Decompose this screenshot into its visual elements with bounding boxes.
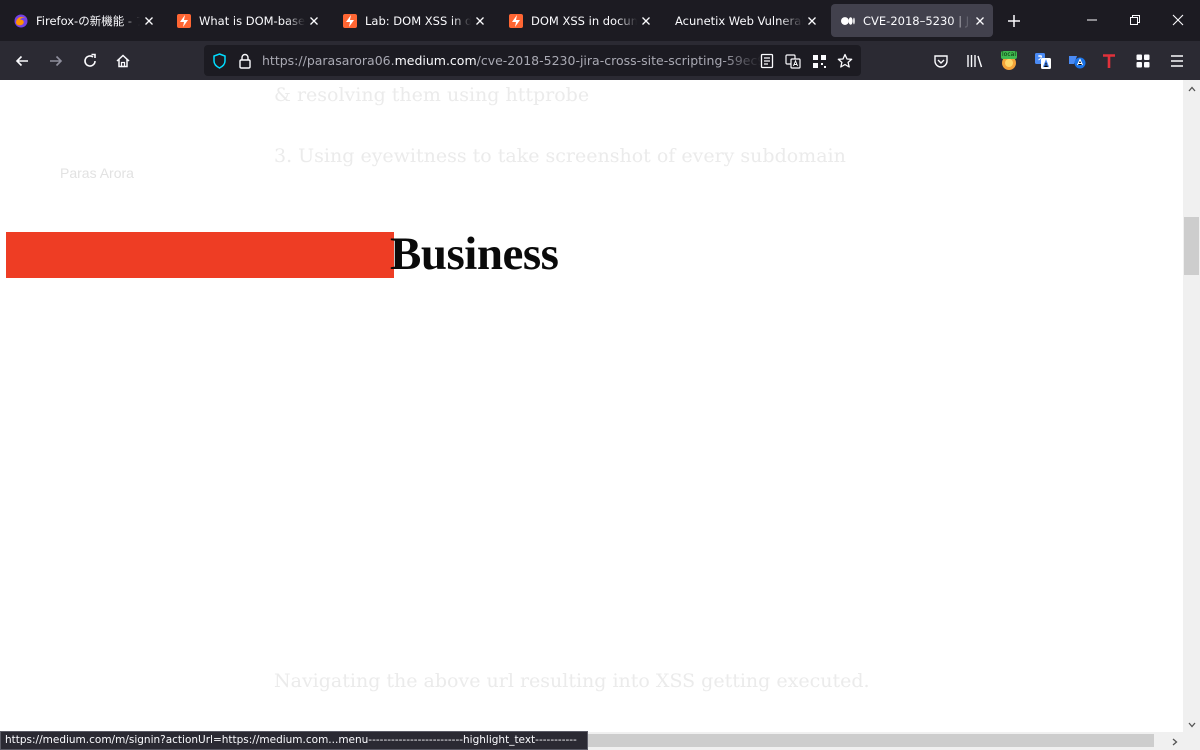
tab-title: Acunetix Web Vulnerability xyxy=(675,13,803,28)
home-button[interactable] xyxy=(111,49,135,73)
lock-icon[interactable] xyxy=(236,52,254,70)
article-text-line: & resolving them using httprobe xyxy=(274,84,590,106)
portswigger-icon xyxy=(343,13,357,28)
translate-icon[interactable] xyxy=(784,52,802,70)
article-text-line: 3. Using eyewitness to take screenshot o… xyxy=(274,145,846,167)
close-icon[interactable] xyxy=(307,14,321,28)
translator-extension-icon[interactable] xyxy=(1032,50,1054,72)
scroll-up-arrow-icon[interactable] xyxy=(1183,80,1200,97)
headline-business: Business xyxy=(390,228,559,280)
tab-title: Firefox-の新機能 - ブラウ xyxy=(36,13,140,28)
reader-view-icon[interactable] xyxy=(758,52,776,70)
bookmark-star-icon[interactable] xyxy=(836,52,854,70)
url-text[interactable]: https://parasarora06.medium.com/cve-2018… xyxy=(262,53,762,69)
tab-title: DOM XSS in document.write xyxy=(531,13,637,28)
shield-icon[interactable] xyxy=(210,52,228,70)
close-icon[interactable] xyxy=(805,14,819,28)
medium-icon xyxy=(841,14,855,28)
extension-local-cdn-icon[interactable]: local xyxy=(998,50,1020,72)
tab-title: What is DOM-based XSS xyxy=(199,13,305,28)
article-text-line: Navigating the above url resulting into … xyxy=(274,670,870,692)
red-banner-block xyxy=(6,232,394,278)
library-icon[interactable] xyxy=(964,50,986,72)
language-extension-icon[interactable] xyxy=(1066,50,1088,72)
scroll-down-arrow-icon[interactable] xyxy=(1183,716,1200,733)
minimize-icon[interactable] xyxy=(1082,10,1102,30)
close-icon[interactable] xyxy=(973,14,987,28)
t-extension-icon[interactable] xyxy=(1098,50,1120,72)
tab-title: CVE-2018–5230 | JIRA xyxy=(863,13,971,28)
pocket-icon[interactable] xyxy=(930,50,952,72)
link-status-bar: https://medium.com/m/signin?actionUrl=ht… xyxy=(0,731,588,750)
scroll-right-arrow-icon[interactable] xyxy=(1166,733,1183,750)
close-window-icon[interactable] xyxy=(1168,10,1188,30)
url-host: medium.com xyxy=(394,53,477,68)
vertical-scrollbar-thumb[interactable] xyxy=(1184,217,1199,275)
tab-firefox-whats-new[interactable]: Firefox-の新機能 - ブラウ xyxy=(4,4,162,37)
hamburger-menu-icon[interactable] xyxy=(1166,50,1188,72)
forward-button[interactable] xyxy=(44,49,68,73)
vertical-scrollbar[interactable] xyxy=(1183,80,1200,732)
horizontal-scrollbar-thumb[interactable] xyxy=(584,734,1154,747)
extension-badge: local xyxy=(1002,51,1016,58)
navigation-toolbar: https://parasarora06.medium.com/cve-2018… xyxy=(0,41,1200,80)
tab-acunetix[interactable]: Acunetix Web Vulnerability xyxy=(665,4,825,37)
author-name[interactable]: Paras Arora xyxy=(60,165,134,181)
tab-lab-dom-xss[interactable]: Lab: DOM XSS in document xyxy=(333,4,493,37)
scrollbar-corner xyxy=(1183,733,1200,750)
firefox-icon xyxy=(14,14,28,28)
url-subdomain: parasarora06. xyxy=(306,53,395,68)
tab-dom-based-xss[interactable]: What is DOM-based XSS xyxy=(167,4,327,37)
tab-dom-xss-document[interactable]: DOM XSS in document.write xyxy=(499,4,659,37)
url-bar[interactable]: https://parasarora06.medium.com/cve-2018… xyxy=(204,45,861,76)
reload-button[interactable] xyxy=(78,49,102,73)
portswigger-icon xyxy=(509,13,523,28)
close-icon[interactable] xyxy=(639,14,653,28)
url-path: /cve-2018-5230-jira-cross-site-scripting… xyxy=(476,53,762,68)
tab-title: Lab: DOM XSS in document xyxy=(365,13,471,28)
tab-cve-jira-active[interactable]: CVE-2018–5230 | JIRA xyxy=(831,4,993,37)
restore-icon[interactable] xyxy=(1125,10,1145,30)
close-icon[interactable] xyxy=(473,14,487,28)
page-content: & resolving them using httprobe 3. Using… xyxy=(0,80,1183,732)
portswigger-icon xyxy=(177,13,191,28)
url-scheme: https:// xyxy=(262,53,307,68)
tab-strip: Firefox-の新機能 - ブラウ What is DOM-based XSS… xyxy=(0,0,1200,41)
new-tab-button[interactable] xyxy=(1004,11,1024,31)
close-icon[interactable] xyxy=(142,14,156,28)
extensions-icon[interactable] xyxy=(1132,50,1154,72)
back-button[interactable] xyxy=(10,49,34,73)
qr-code-icon[interactable] xyxy=(810,52,828,70)
